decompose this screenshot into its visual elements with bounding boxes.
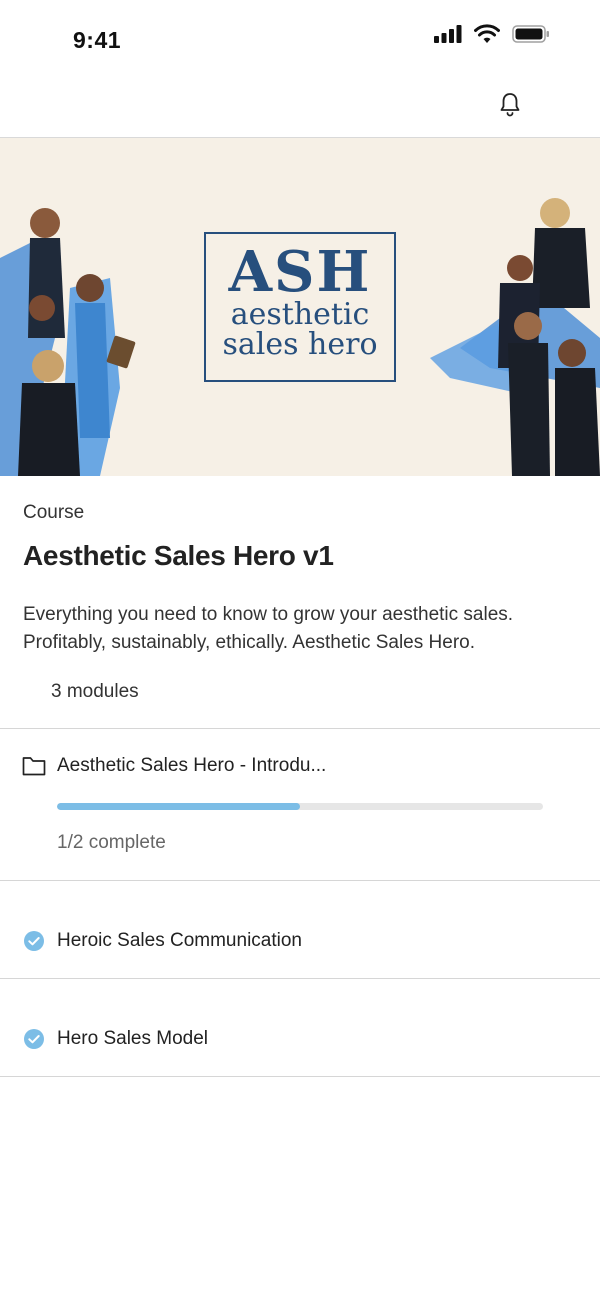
module-title: Aesthetic Sales Hero - Introdu... [57,755,327,776]
module-title: Heroic Sales Communication [57,930,302,951]
status-time: 9:41 [73,27,122,53]
module-progress-fill [57,803,300,810]
status-icons [434,24,550,43]
module-row[interactable]: Hero Sales Model [22,1027,208,1051]
heroines-right-illustration [430,198,600,476]
module-progress-text: 1/2 complete [57,832,166,853]
check-circle-icon [24,1029,44,1049]
top-header [0,80,600,138]
heroines-left-illustration [0,208,136,476]
check-circle-icon [24,931,44,951]
logo-monogram: ASH [228,239,372,305]
module-row[interactable]: Heroic Sales Communication [22,929,302,953]
logo-line-1: aesthetic [230,297,370,332]
status-bar: 9:41 [0,0,600,80]
course-hero-image: ASH aesthetic sales hero [0,138,600,476]
course-description: Everything you need to know to grow your… [23,604,514,653]
cellular-signal-icon [434,24,462,43]
divider [0,880,600,881]
course-title: Aesthetic Sales Hero v1 [23,540,334,571]
modules-count: 3 modules [51,681,139,702]
notification-bell-icon[interactable] [498,91,522,117]
divider [0,1076,600,1077]
wifi-icon [474,24,500,43]
module-title: Hero Sales Model [57,1028,209,1049]
module-progress-bar [57,803,543,810]
battery-icon [512,24,549,43]
course-type-label: Course [23,502,85,523]
divider [0,978,600,979]
logo-line-2: sales hero [222,327,378,362]
module-row[interactable]: Aesthetic Sales Hero - Introdu... [22,755,326,777]
folder-icon [22,757,46,776]
ash-logo: ASH aesthetic sales hero [204,232,396,382]
